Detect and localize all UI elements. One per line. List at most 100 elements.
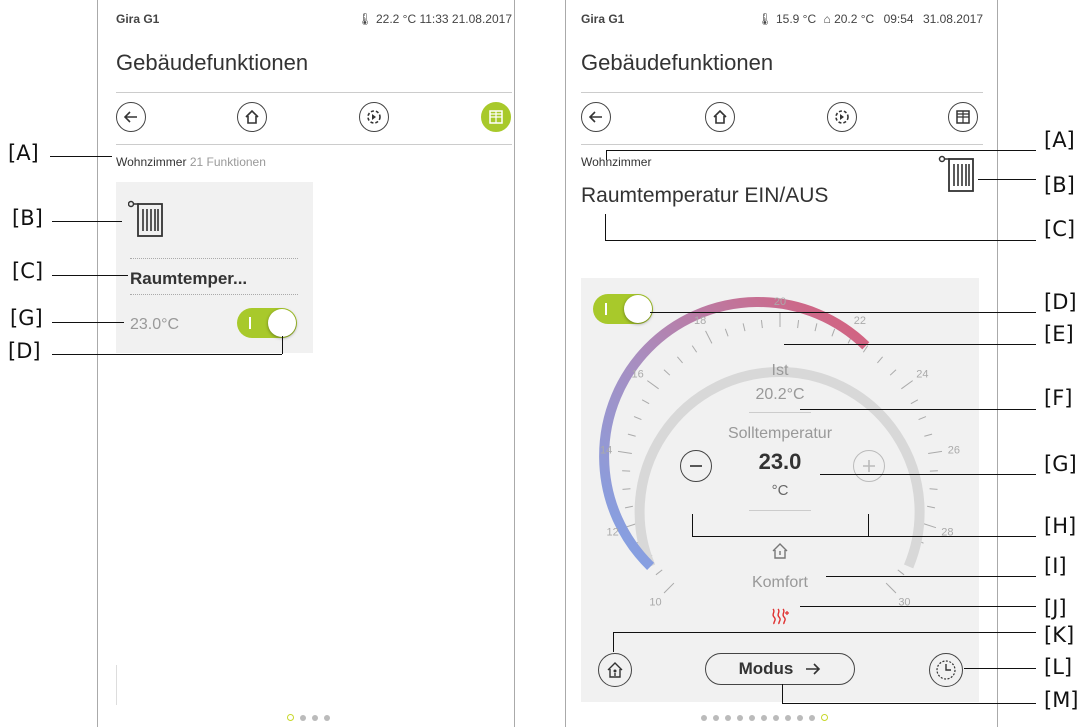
callout-g-right: [G] [1044,452,1077,476]
comfort-mode-icon [772,543,788,559]
function-heading: Raumtemperatur EIN/AUS [581,184,829,207]
arrow-left-icon [124,111,137,123]
tile-name: Raumtemper... [130,269,248,288]
settings-button[interactable] [359,102,389,132]
status-bar: Gira G1 🌡︎ 22.2 °C 11:33 21.08.2017 [116,12,512,26]
back-button[interactable] [581,102,611,132]
dial-scale-label: 18 [694,315,706,327]
dial-tick [918,416,927,421]
power-toggle[interactable] [237,308,297,338]
grid-button[interactable] [948,102,978,132]
dial-tick [814,323,818,332]
callout-b-left: [B] [12,206,43,230]
divider [130,294,298,295]
callout-b-right: [B] [1044,173,1075,197]
grid-icon [956,110,970,124]
modus-button[interactable]: Modus [705,653,855,685]
callout-h-right: [H] [1044,514,1077,538]
gear-icon [835,110,849,124]
presence-button[interactable] [598,653,632,687]
dial-scale-label: 10 [649,596,661,608]
dial-tick [760,320,763,329]
divider [749,412,811,413]
room-label: Wohnzimmer 21 Funktionen [116,155,266,169]
dial-tick [633,416,642,421]
dial-scale-label: 22 [854,315,866,327]
back-button[interactable] [116,102,146,132]
dial-tick [691,345,698,353]
callout-i-right: [I] [1044,554,1067,578]
gear-icon [367,110,381,124]
callout-k-right: [K] [1044,623,1075,647]
device-name: Gira G1 [581,12,625,26]
callout-j-right: [J] [1044,596,1067,620]
callout-d-right: [D] [1044,290,1077,314]
dial-tick [927,505,936,509]
home-icon [245,109,259,124]
callout-d-left: [D] [8,339,41,363]
dial-tick [724,328,729,337]
thermometer-icon: 🌡︎ [357,12,373,26]
modus-button-label: Modus [738,659,794,678]
dial-scale-label: 20 [774,296,786,308]
heating-icon [772,608,789,625]
dial-tick [705,330,713,344]
ist-label: Ist [771,362,789,379]
tile-temperature: 23.0°C [130,316,180,333]
home-button[interactable] [705,102,735,132]
function-tile[interactable]: Raumtemper... 23.0°C [116,182,313,353]
dial-tick [797,320,800,329]
divider [581,92,983,93]
callout-m-right: [M] [1044,688,1079,712]
status-text: 22.2 °C 11:33 21.08.2017 [375,12,512,26]
page-indicator [284,708,333,726]
plus-icon [863,460,875,472]
room-label: Wohnzimmer [581,155,652,169]
clock-icon [936,660,956,680]
dial-tick [624,505,633,509]
decrease-button[interactable] [680,450,712,482]
page-title: Gebäudefunktionen [116,50,309,75]
settings-button[interactable] [827,102,857,132]
divider [581,144,983,145]
callout-c-right: [C] [1044,217,1076,241]
page-title: Gebäudefunktionen [581,50,774,75]
grid-button[interactable] [481,102,511,132]
page-indicator [698,708,831,726]
dial-tick [831,328,836,337]
divider [130,258,298,259]
callout-c-left: [C] [12,259,44,283]
home-icon [713,109,727,124]
thermostat-panel: 10 12 14 16 18 20 22 24 26 28 30 Ist 20.2°C Sollte… [581,278,979,702]
scroll-indicator [116,665,117,705]
left-screen: Gira G1 🌡︎ 22.2 °C 11:33 21.08.2017 Gebä… [97,0,515,727]
callout-a-right: [A] [1044,128,1075,152]
radiator-icon [128,200,163,237]
dial-tick [922,522,937,529]
callout-f-right: [F] [1044,386,1073,410]
home-person-icon [607,662,623,678]
increase-button[interactable] [853,450,885,482]
callout-g-left: [G] [10,306,43,330]
divider [749,510,811,511]
setpoint-label: Solltemperatur [727,425,833,442]
radiator-icon [938,155,974,192]
status-bar: Gira G1 🌡︎ 15.9 °C ⌂ 20.2 °C 09:54 31.08… [581,12,983,26]
minus-icon [690,465,702,467]
callout-e-right: [E] [1044,322,1074,346]
divider [116,144,512,145]
ist-value: 20.2°C [755,386,805,403]
temperature-dial[interactable]: 1012141618202224262830 [581,278,979,618]
dial-scale-label: 12 [606,526,618,538]
divider [116,92,512,93]
setpoint-unit: °C [771,482,789,499]
device-name: Gira G1 [116,12,160,26]
right-screen: Gira G1 🌡︎ 15.9 °C ⌂ 20.2 °C 09:54 31.08… [565,0,998,727]
timer-button[interactable] [929,653,963,687]
thermometer-icon: 🌡︎ [757,12,773,26]
thermometer-home-icon: ⌂ [823,12,831,26]
arrow-left-icon [589,111,602,123]
callout-a-left: [A] [8,141,39,165]
home-button[interactable] [237,102,267,132]
setpoint-value: 23.0 [758,449,802,474]
